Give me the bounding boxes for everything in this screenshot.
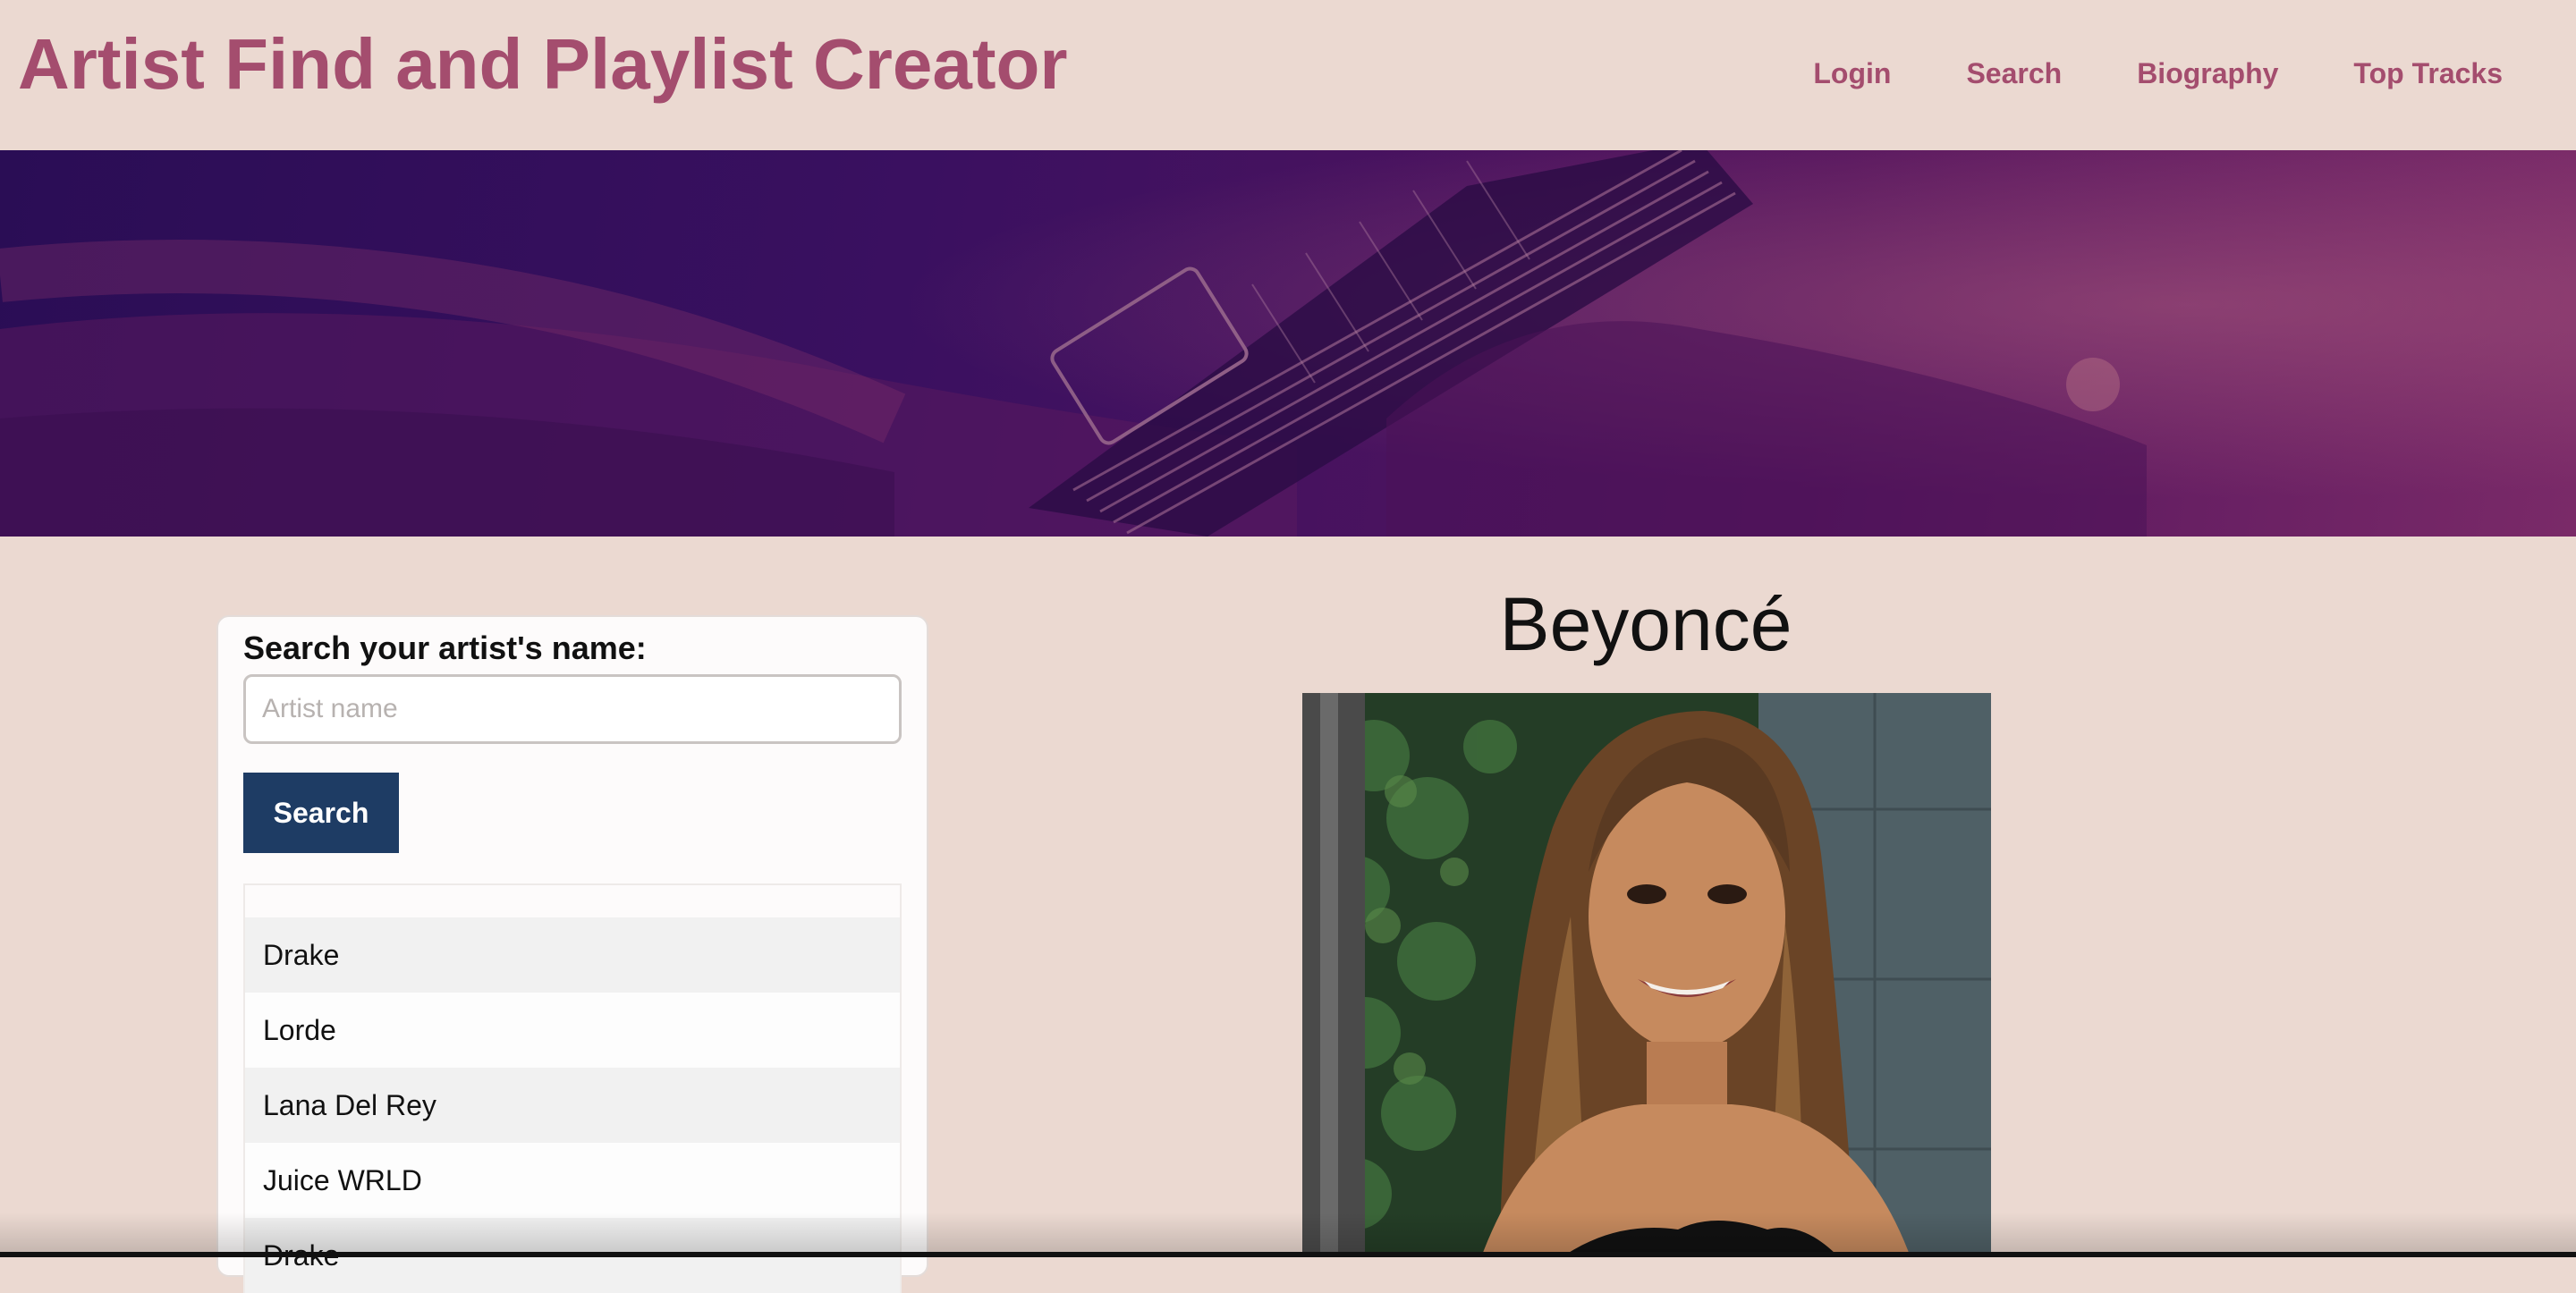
artist-photo [1302,693,1991,1257]
results-header [245,885,900,917]
search-button[interactable]: Search [243,773,399,853]
nav-top-tracks[interactable]: Top Tracks [2353,57,2503,90]
hero-guitar-banner [0,150,2576,537]
artist-name-heading: Beyoncé [1499,582,1792,666]
window-bottom-edge [0,1252,2576,1257]
top-bar: Artist Find and Playlist Creator Login S… [0,0,2576,150]
artist-photo-image [1302,693,1991,1257]
nav-biography[interactable]: Biography [2137,57,2278,90]
artist-search-panel: Search your artist's name: Search Drake … [216,615,928,1293]
nav-search[interactable]: Search [1966,57,2062,90]
result-item[interactable]: Lorde [245,993,900,1068]
main-nav: Login Search Biography Top Tracks [1813,57,2503,90]
app-title: Artist Find and Playlist Creator [18,24,1068,104]
result-item[interactable]: Lana Del Rey [245,1068,900,1143]
result-item[interactable]: Drake [245,917,900,993]
artist-name-input[interactable] [243,674,902,744]
search-label: Search your artist's name: [243,630,647,666]
nav-login[interactable]: Login [1813,57,1891,90]
results-list: Drake Lorde Lana Del Rey Juice WRLD Drak… [243,883,902,1293]
result-item[interactable]: Juice WRLD [245,1143,900,1218]
guitar-hero-image [0,150,2576,537]
